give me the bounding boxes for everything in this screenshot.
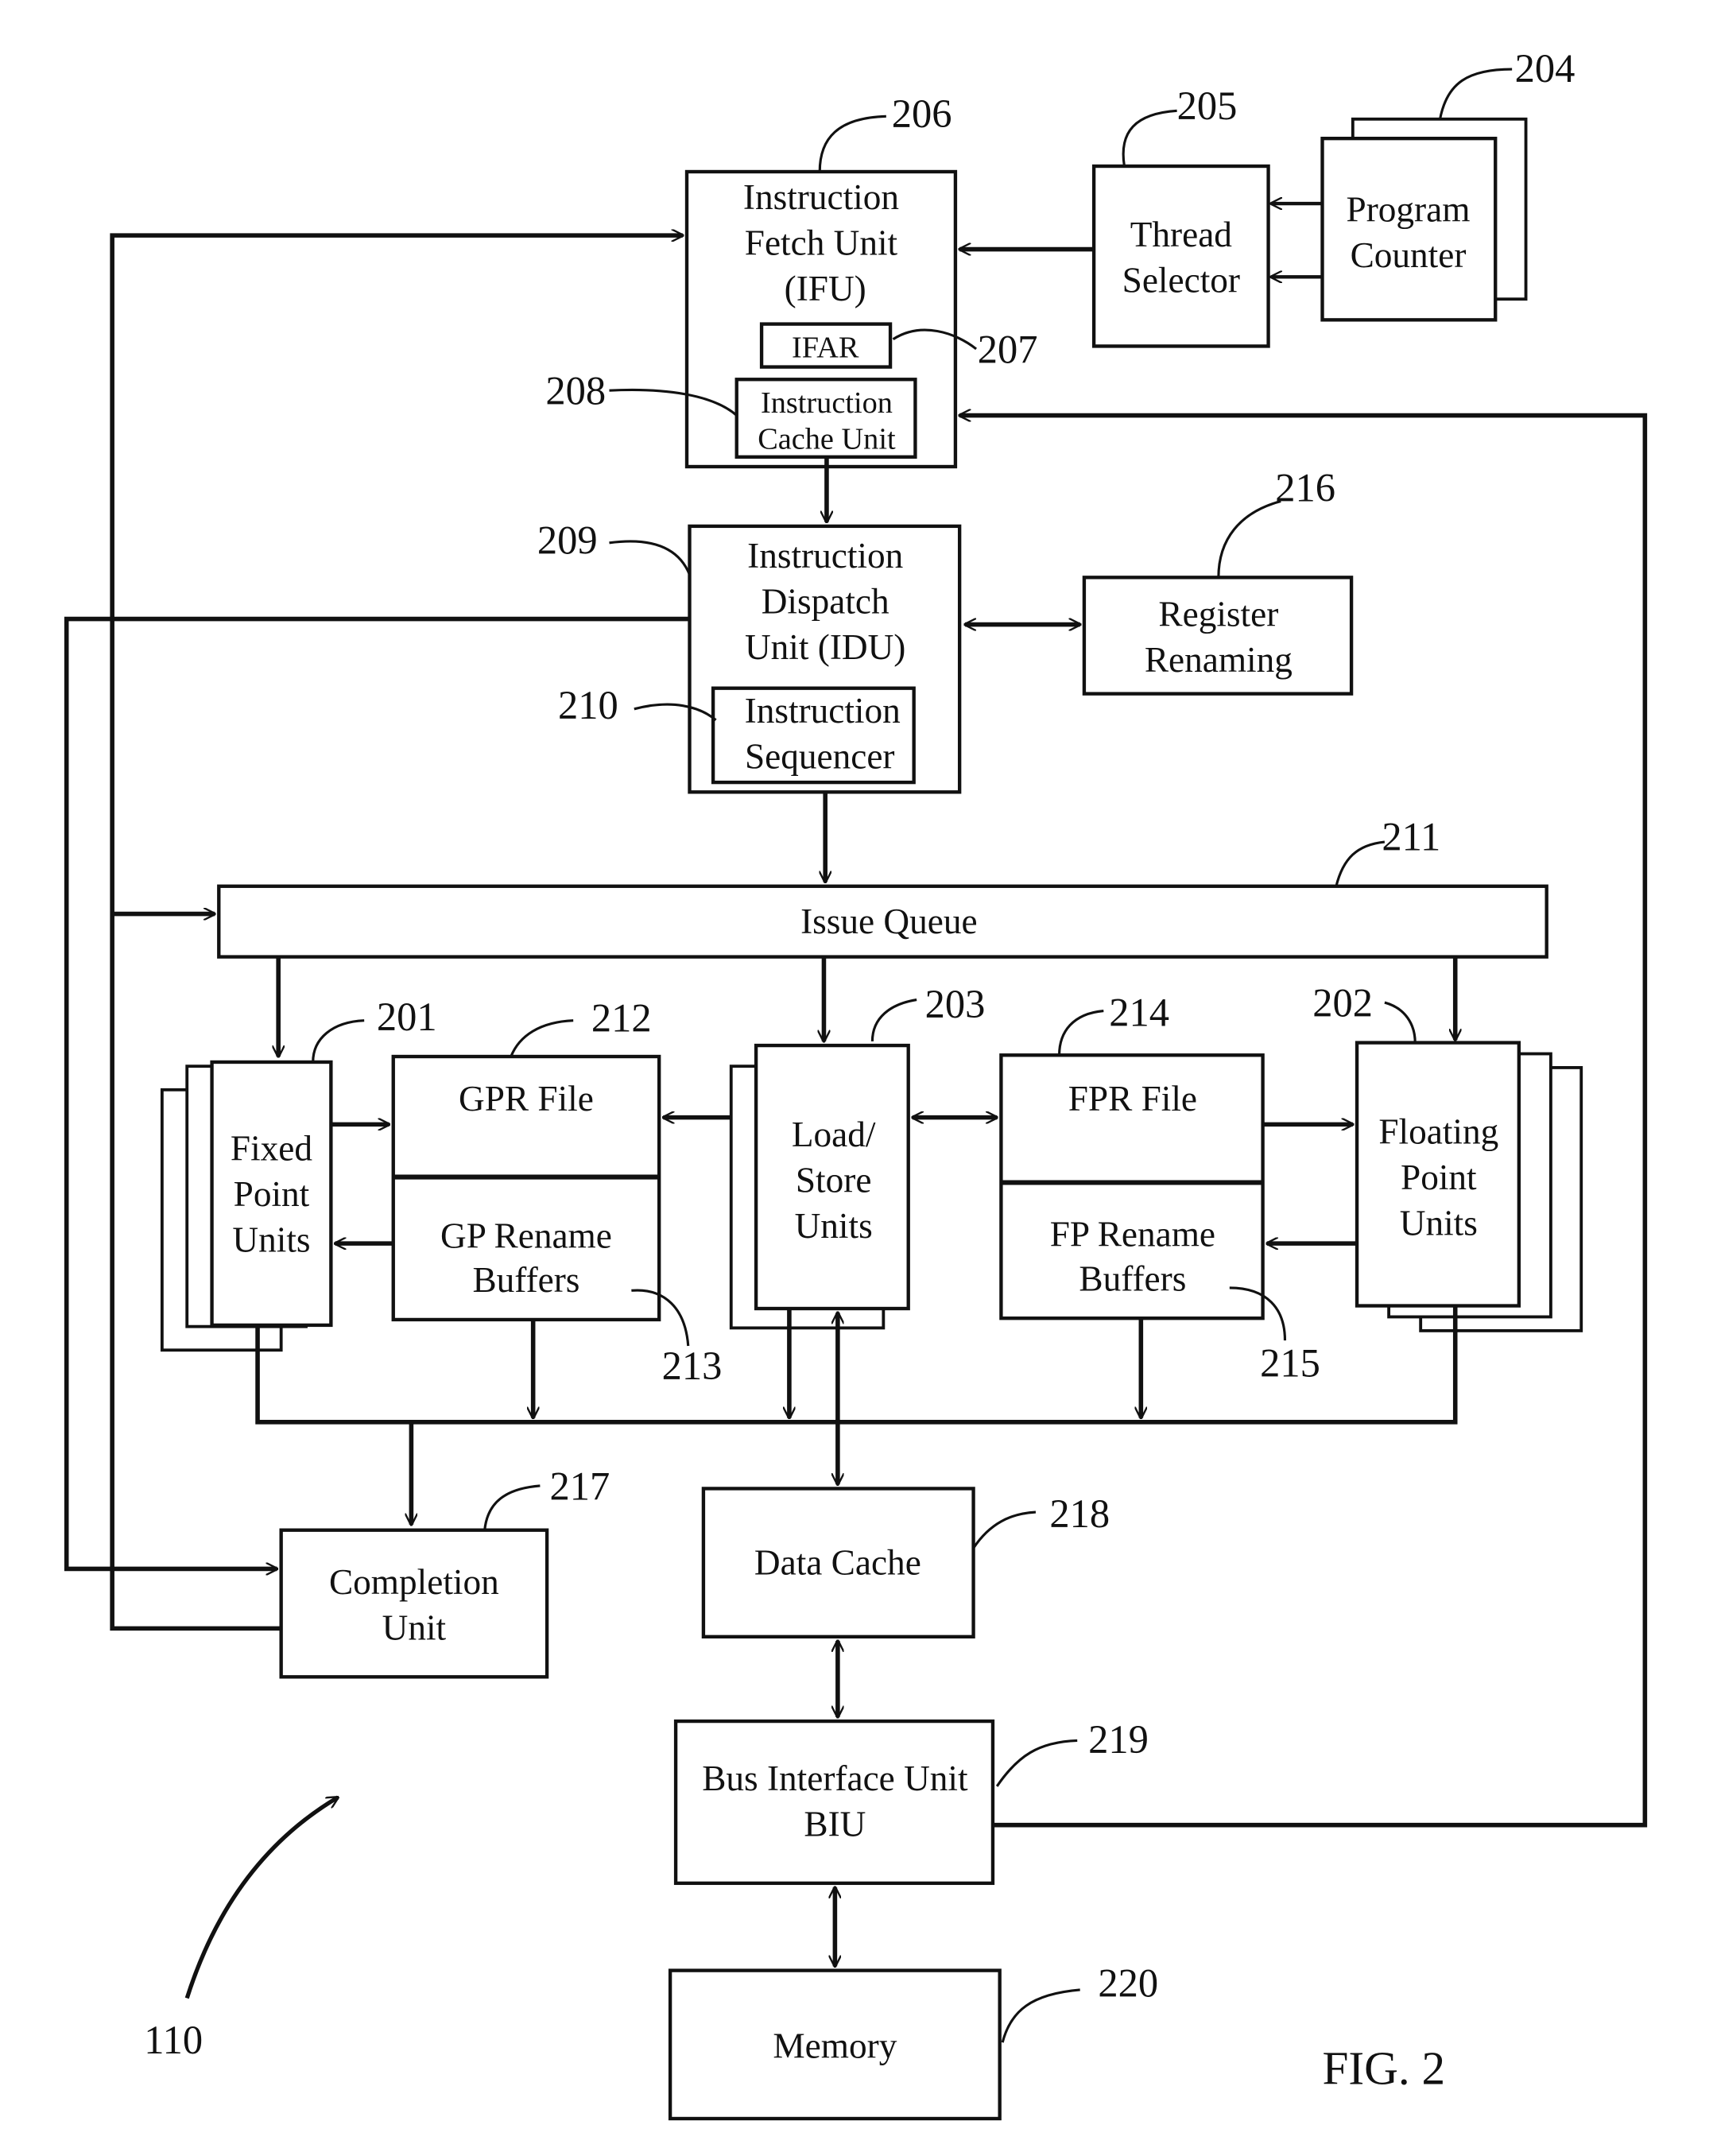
floating-point-label-2: Point: [1401, 1157, 1477, 1197]
ref-208: 208: [545, 369, 606, 413]
idu-label-2: Dispatch: [762, 582, 890, 622]
sequencer-label-2: Sequencer: [745, 737, 895, 777]
idu-label-3: Unit (IDU): [745, 627, 905, 667]
register-renaming-block: Register Renaming 216: [1082, 466, 1354, 696]
register-renaming-label-1: Register: [1158, 594, 1278, 634]
ifar-label: IFAR: [792, 331, 859, 364]
gp-rename-label-1: GP Rename: [440, 1216, 612, 1255]
ref-212: 212: [591, 996, 652, 1041]
floating-point-units-block: Floating Point Units 202: [1312, 980, 1583, 1332]
issue-queue-block: Issue Queue 211: [217, 814, 1548, 959]
instruction-sequencer-block: Instruction Sequencer 210: [558, 683, 916, 785]
ref-219: 219: [1088, 1717, 1149, 1762]
program-counter-label-2: Counter: [1351, 235, 1467, 275]
gp-rename-label-2: Buffers: [472, 1260, 579, 1300]
ref-210: 210: [558, 683, 618, 727]
load-store-label-2: Store: [796, 1161, 872, 1200]
completion-label-1: Completion: [329, 1562, 499, 1602]
overall-reference: 110: [144, 1795, 338, 2062]
ref-205: 205: [1177, 83, 1238, 128]
ref-203: 203: [925, 982, 986, 1026]
memory-label: Memory: [773, 2026, 897, 2065]
ref-216: 216: [1275, 466, 1335, 510]
idu-label-1: Instruction: [747, 536, 903, 576]
load-store-label-1: Load/: [792, 1115, 876, 1154]
biu-label-1: Bus Interface Unit: [702, 1759, 968, 1798]
figure-caption: FIG. 2: [1323, 2042, 1446, 2094]
ref-204: 204: [1515, 46, 1576, 91]
completion-label-2: Unit: [382, 1607, 447, 1647]
completion-unit-block: Completion Unit 217: [279, 1464, 610, 1679]
biu-label-2: BIU: [804, 1805, 866, 1844]
icache-label-2: Cache Unit: [758, 422, 896, 456]
thread-selector-block: Thread Selector 205: [1091, 83, 1270, 348]
load-store-label-3: Units: [795, 1206, 873, 1246]
memory-block: Memory 220: [668, 1961, 1158, 2121]
program-counter-label-1: Program: [1347, 190, 1471, 230]
bus-interface-unit-block: Bus Interface Unit BIU 219: [673, 1717, 1149, 1886]
load-store-units-block: Load/ Store Units 203: [729, 982, 986, 1330]
floating-point-label-3: Units: [1400, 1204, 1478, 1243]
floating-point-label-1: Floating: [1378, 1112, 1498, 1152]
data-cache-block: Data Cache 218: [701, 1487, 1110, 1638]
fp-rename-label-2: Buffers: [1079, 1258, 1186, 1298]
thread-selector-label-2: Selector: [1122, 261, 1240, 301]
gpr-file-label: GPR File: [459, 1079, 594, 1119]
sequencer-label-1: Instruction: [745, 691, 901, 731]
ref-207: 207: [978, 327, 1038, 371]
ref-201: 201: [377, 995, 437, 1039]
register-renaming-label-2: Renaming: [1145, 640, 1293, 680]
ref-214: 214: [1109, 991, 1169, 1035]
fpr-file-label: FPR File: [1068, 1079, 1197, 1119]
ref-209: 209: [537, 518, 598, 563]
issue-queue-label: Issue Queue: [800, 902, 977, 941]
icache-label-1: Instruction: [761, 386, 893, 420]
ref-110: 110: [144, 2018, 203, 2062]
fixed-point-label-1: Fixed: [231, 1129, 312, 1169]
ref-202: 202: [1312, 980, 1373, 1025]
fixed-point-label-2: Point: [234, 1174, 310, 1214]
program-counter-block: Program Counter 204: [1320, 46, 1576, 322]
ifu-label-3: (IFU): [785, 269, 866, 308]
ref-206: 206: [892, 91, 952, 136]
fp-rename-label-1: FP Rename: [1050, 1215, 1215, 1254]
fixed-point-label-3: Units: [232, 1220, 310, 1260]
ifu-label-2: Fetch Unit: [745, 223, 898, 262]
ref-218: 218: [1049, 1491, 1110, 1536]
data-cache-label: Data Cache: [754, 1542, 921, 1582]
ifu-label-1: Instruction: [743, 177, 899, 217]
ref-220: 220: [1098, 1961, 1158, 2006]
processor-block-diagram: Program Counter 204 Thread Selector 205 …: [64, 46, 1648, 2121]
ref-215: 215: [1260, 1340, 1320, 1385]
ref-213: 213: [662, 1344, 723, 1388]
ref-217: 217: [550, 1464, 610, 1508]
ref-211: 211: [1382, 814, 1440, 859]
thread-selector-label-1: Thread: [1130, 215, 1233, 254]
